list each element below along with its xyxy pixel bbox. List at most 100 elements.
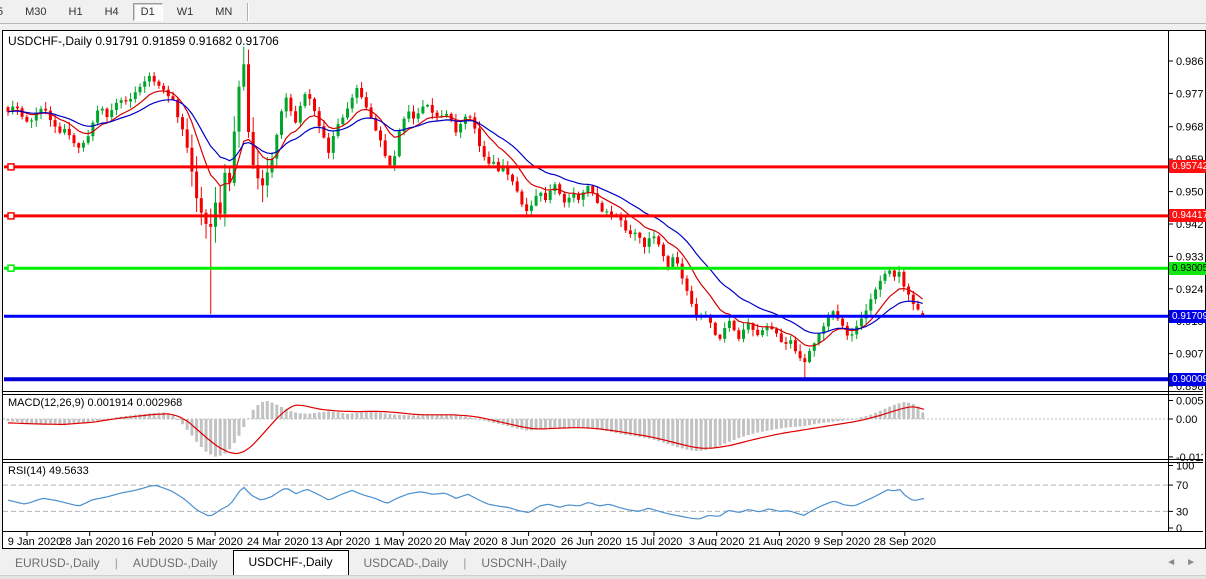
macd-histogram-bar [7, 419, 10, 421]
macd-histogram-bar [601, 419, 604, 430]
symbol-tab-audusd[interactable]: AUDUSD-,Daily [118, 552, 233, 575]
symbol-tab-eurusd[interactable]: EURUSD-,Daily [0, 552, 115, 575]
macd-histogram-bar [464, 417, 467, 419]
macd-histogram-bar [294, 413, 297, 420]
macd-histogram-bar [271, 403, 274, 419]
candle [653, 237, 656, 239]
candle [205, 213, 208, 224]
macd-histogram-bar [544, 419, 547, 428]
chart-canvas[interactable]: 0.986000.977250.968250.959500.950750.942… [3, 31, 1203, 546]
macd-histogram-bar [813, 419, 816, 424]
candle [785, 342, 788, 344]
macd-histogram-bar [214, 419, 217, 457]
timeframe-button-mn[interactable]: MN [207, 3, 240, 21]
candle [530, 206, 533, 211]
timeframe-button-m30[interactable]: M30 [17, 3, 54, 21]
macd-histogram-bar [827, 419, 830, 422]
date-tick-label: 21 Aug 2020 [749, 536, 811, 546]
macd-histogram-bar [577, 419, 580, 427]
timeframe-button-w1[interactable]: W1 [169, 3, 202, 21]
date-tick-label: 20 May 2020 [434, 536, 498, 546]
symbol-tab-usdchf[interactable]: USDCHF-,Daily [233, 550, 349, 575]
rsi-tick-label: 100 [1176, 461, 1194, 473]
macd-histogram-bar [700, 419, 703, 451]
macd-histogram-bar [898, 403, 901, 419]
candle [874, 290, 877, 300]
candle [134, 92, 137, 99]
candle [841, 319, 844, 326]
macd-histogram-bar [407, 415, 410, 419]
chart-ohlc-values: 0.91791 0.91859 0.91682 0.91706 [95, 34, 279, 48]
candle [723, 328, 726, 339]
macd-histogram-bar [393, 415, 396, 420]
timeframe-button-h1[interactable]: H1 [61, 3, 91, 21]
macd-histogram-bar [719, 419, 722, 446]
date-tick-label: 1 May 2020 [374, 536, 431, 546]
candle [601, 203, 604, 212]
macd-histogram-bar [832, 419, 835, 422]
macd-histogram-bar [341, 413, 344, 419]
macd-histogram-bar [322, 412, 325, 419]
timeframe-toolbar: 5 M30 H1 H4 D1 W1 MN [0, 0, 1206, 24]
price-line-flag-0.94417: 0.94417 [1169, 209, 1206, 222]
macd-histogram-bar [96, 419, 99, 421]
candle [888, 271, 891, 274]
macd-histogram-bar [747, 419, 750, 435]
candle [520, 192, 523, 205]
price-tick-label: 0.90700 [1176, 349, 1203, 361]
candle [483, 146, 486, 157]
candle [648, 238, 651, 247]
candle [162, 86, 165, 90]
timeframe-button-h4[interactable]: H4 [97, 3, 127, 21]
macd-histogram-bar [153, 413, 156, 419]
date-tick-label: 13 Apr 2020 [311, 536, 370, 546]
candle [365, 97, 368, 107]
candle [139, 87, 142, 93]
macd-histogram-bar [766, 419, 769, 431]
candle [728, 321, 731, 328]
macd-histogram-bar [403, 415, 406, 419]
candle [737, 330, 740, 339]
candle [643, 238, 646, 247]
timeframe-button-5[interactable]: 5 [0, 3, 11, 21]
candle [421, 107, 424, 114]
macd-histogram-bar [851, 419, 854, 420]
macd-histogram-bar [841, 419, 844, 421]
macd-histogram-bar [568, 419, 571, 428]
tab-scroll-right-icon[interactable]: ► [1186, 557, 1196, 568]
macd-histogram-bar [846, 419, 849, 420]
price-tick-label: 0.95075 [1176, 187, 1203, 199]
timeframe-button-d1[interactable]: D1 [133, 3, 163, 21]
symbol-tab-usdcad[interactable]: USDCAD-,Daily [349, 552, 464, 575]
candle [459, 124, 462, 133]
price-tick-label: 0.96825 [1176, 122, 1203, 134]
candle [115, 103, 118, 110]
candle [266, 172, 269, 185]
candle [44, 109, 47, 111]
macd-histogram-bar [860, 417, 863, 419]
symbol-tab-usdcnh[interactable]: USDCNH-,Daily [466, 552, 581, 575]
candle [384, 140, 387, 156]
candle [106, 109, 109, 117]
candle [63, 129, 66, 133]
macd-histogram-bar [648, 419, 651, 439]
candle [525, 204, 528, 211]
candle [91, 123, 94, 137]
candle [719, 335, 722, 339]
candle [742, 330, 745, 339]
macd-histogram-bar [431, 415, 434, 419]
candle [893, 271, 896, 277]
macd-histogram-bar [351, 413, 354, 419]
price-line-flag-0.95742: 0.95742 [1169, 160, 1206, 173]
macd-histogram-bar [558, 419, 561, 428]
candle [327, 138, 330, 153]
macd-histogram-bar [209, 419, 212, 455]
candle [671, 257, 674, 267]
candle [780, 333, 783, 342]
tab-scroll-left-icon[interactable]: ◄ [1166, 557, 1176, 568]
candle [209, 224, 212, 227]
candle [16, 107, 19, 109]
candle [280, 111, 283, 134]
candle [879, 281, 882, 290]
candle [426, 105, 429, 107]
